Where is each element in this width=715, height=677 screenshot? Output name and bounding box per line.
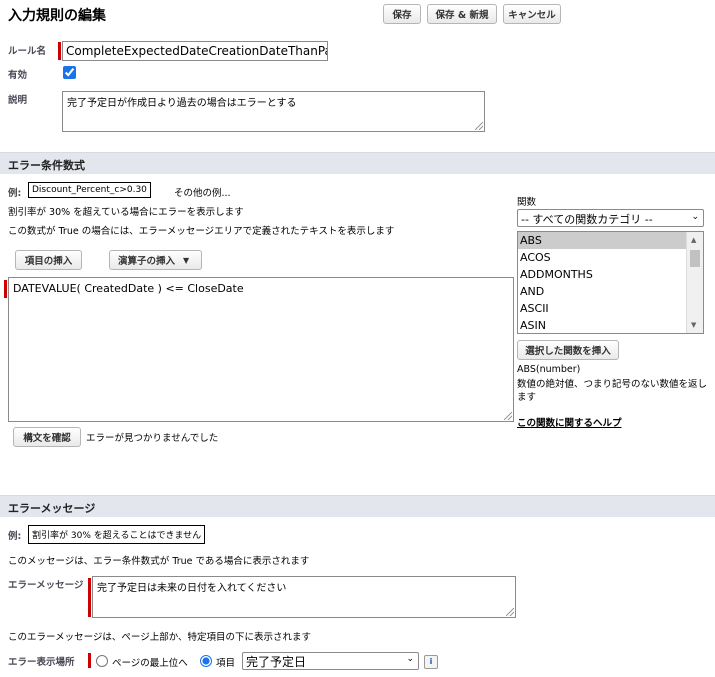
info-icon[interactable]: i xyxy=(424,655,438,669)
function-list-item[interactable]: ADDMONTHS xyxy=(518,266,687,283)
function-list: ABS ACOS ADDMONTHS AND ASCII ASIN xyxy=(518,232,687,333)
location-field-select[interactable]: 完了予定日 ⌄ xyxy=(242,652,419,670)
location-top-radio[interactable] xyxy=(96,655,108,667)
message-location-desc: このエラーメッセージは、ページ上部か、特定項目の下に表示されます xyxy=(8,632,312,643)
description-label: 説明 xyxy=(8,95,28,106)
message-example-value: 割引率が 30% を超えることはできません xyxy=(28,525,206,544)
insert-field-button[interactable]: 項目の挿入 xyxy=(15,250,82,270)
message-display-desc: このメッセージは、エラー条件数式が True である場合に表示されます xyxy=(8,556,310,567)
function-help-link[interactable]: この関数に関するヘルプ xyxy=(517,415,622,429)
formula-true-desc: この数式が True の場合には、エラーメッセージエリアで定義されたテキストを表… xyxy=(8,226,395,237)
error-location-label: エラー表示場所 xyxy=(8,657,75,668)
formula-editor[interactable]: DATEVALUE( CreatedDate ) <= CloseDate xyxy=(8,277,514,422)
rule-name-label: ルール名 xyxy=(8,46,47,57)
error-message-label: エラーメッセージ xyxy=(8,580,84,591)
location-field-label: 項目 xyxy=(216,658,236,669)
scrollbar-thumb[interactable] xyxy=(690,250,700,267)
formula-example-value: Discount_Percent_c>0.30 xyxy=(28,182,151,198)
chevron-down-icon: ⌄ xyxy=(406,654,414,664)
chevron-down-icon: ▼ xyxy=(183,255,190,265)
rule-name-input[interactable]: CompleteExpectedDateCreationDateThanPast xyxy=(62,41,328,61)
description-text: 完了予定日が作成日より過去の場合はエラーとする xyxy=(67,98,297,109)
location-field-value: 完了予定日 xyxy=(246,655,307,669)
active-label: 有効 xyxy=(8,70,28,81)
resize-handle-icon[interactable] xyxy=(506,608,514,616)
chevron-down-icon: ⌄ xyxy=(691,212,699,222)
insert-function-button[interactable]: 選択した関数を挿入 xyxy=(517,340,619,360)
resize-handle-icon[interactable] xyxy=(504,412,512,420)
function-list-item[interactable]: ACOS xyxy=(518,249,687,266)
description-textarea[interactable]: 完了予定日が作成日より過去の場合はエラーとする xyxy=(62,91,485,132)
formula-example-desc: 割引率が 30% を超えている場合にエラーを表示します xyxy=(8,207,244,218)
location-field-radio[interactable] xyxy=(200,655,212,667)
scroll-up-icon[interactable]: ▲ xyxy=(691,236,696,244)
more-examples-link[interactable]: その他の例... xyxy=(174,185,231,199)
function-list-item[interactable]: ASIN xyxy=(518,317,687,333)
page-title: 入力規則の編集 xyxy=(8,8,106,24)
function-list-item[interactable]: ABS xyxy=(518,232,687,249)
formula-required-indicator xyxy=(4,280,7,298)
message-required-indicator xyxy=(88,578,91,617)
function-listbox[interactable]: ABS ACOS ADDMONTHS AND ASCII ASIN ▲ ▼ xyxy=(517,231,704,334)
insert-operator-button[interactable]: 演算子の挿入 ▼ xyxy=(109,250,202,270)
location-top-label: ページの最上位へ xyxy=(112,658,188,669)
resize-handle-icon[interactable] xyxy=(475,122,483,130)
function-list-item[interactable]: ASCII xyxy=(518,300,687,317)
check-syntax-button[interactable]: 構文を確認 xyxy=(13,427,81,447)
message-example-label: 例: xyxy=(8,531,22,542)
formula-example-label: 例: xyxy=(8,188,22,199)
active-checkbox[interactable] xyxy=(63,66,76,79)
required-indicator xyxy=(58,42,61,60)
function-category-select[interactable]: -- すべての関数カテゴリ -- ⌄ xyxy=(517,209,704,227)
function-category-value: -- すべての関数カテゴリ -- xyxy=(521,213,653,226)
function-description: 数値の絶対値、つまり記号のない数値を返します xyxy=(517,379,708,403)
cancel-button[interactable]: キャンセル xyxy=(503,4,561,24)
function-list-scrollbar[interactable]: ▲ ▼ xyxy=(686,232,703,333)
insert-operator-label: 演算子の挿入 xyxy=(118,256,176,267)
error-message-text: 完了予定日は未来の日付を入れてください xyxy=(97,583,287,594)
functions-label: 関数 xyxy=(517,197,537,208)
function-list-item[interactable]: AND xyxy=(518,283,687,300)
syntax-result: エラーが見つかりませんでした xyxy=(86,433,219,444)
scroll-down-icon[interactable]: ▼ xyxy=(691,321,696,329)
function-signature: ABS(number) xyxy=(517,364,581,375)
save-button[interactable]: 保存 xyxy=(383,4,421,24)
message-section-header: エラーメッセージ xyxy=(0,495,715,517)
save-new-button[interactable]: 保存 & 新規 xyxy=(427,4,497,24)
location-required-indicator xyxy=(88,653,91,668)
formula-text: DATEVALUE( CreatedDate ) <= CloseDate xyxy=(13,282,244,295)
error-message-textarea[interactable]: 完了予定日は未来の日付を入れてください xyxy=(92,576,516,618)
formula-section-header: エラー条件数式 xyxy=(0,152,715,174)
